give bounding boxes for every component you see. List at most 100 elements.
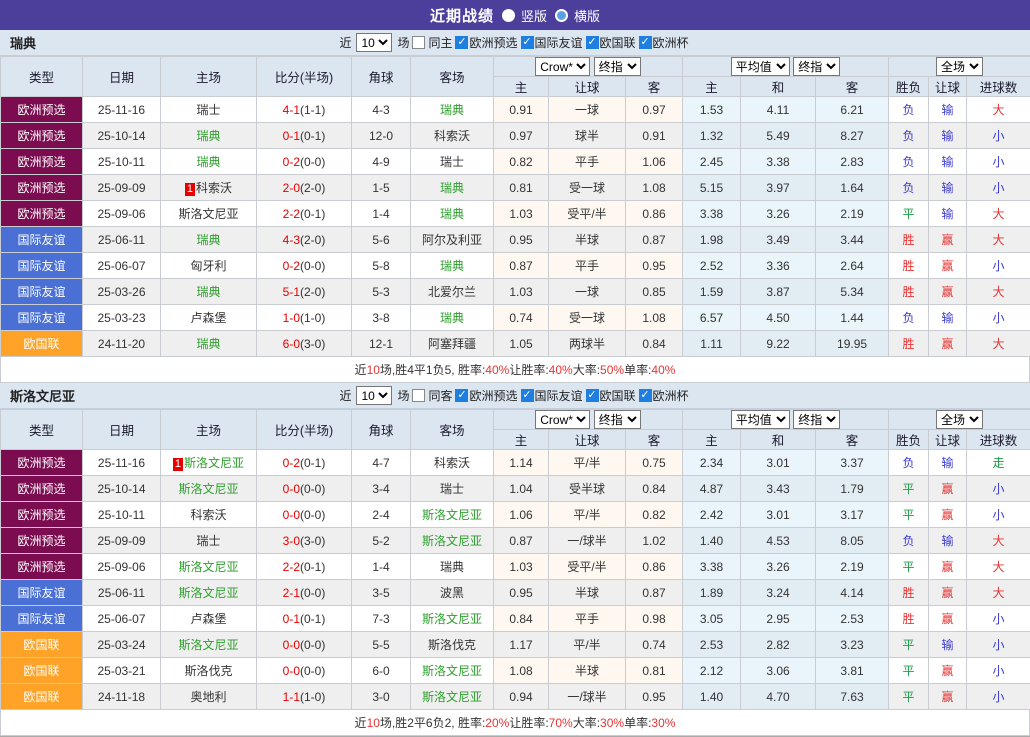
competition-checkbox[interactable]: ✓: [521, 36, 534, 49]
corner-cell: 6-0: [352, 658, 411, 684]
table-row: 国际友谊25-06-11瑞典4-3(2-0)5-6阿尔及利亚0.95半球0.87…: [1, 227, 1030, 253]
col-header-away: 客场: [411, 57, 494, 97]
home-team-cell: 1斯洛文尼亚: [161, 450, 257, 476]
score-cell: 0-1(0-1): [257, 606, 352, 632]
away-team-cell: 斯洛文尼亚: [411, 606, 494, 632]
odds-source-select[interactable]: Crow*: [535, 57, 590, 76]
games-label: 场: [397, 387, 409, 404]
odds-cell-1: 0.94: [494, 684, 549, 710]
away-team-cell: 波黑: [411, 580, 494, 606]
match-type-cell: 国际友谊: [1, 580, 83, 606]
odds-final-select[interactable]: 终指: [594, 410, 641, 429]
corner-cell: 3-8: [352, 305, 411, 331]
avg-odds-cell-2: 2.82: [741, 632, 816, 658]
team-name-label: 瑞典: [10, 33, 36, 52]
corner-cell: 12-1: [352, 331, 411, 357]
competition-checkbox[interactable]: ✓: [586, 36, 599, 49]
away-team-cell: 斯洛文尼亚: [411, 528, 494, 554]
corner-cell: 1-4: [352, 201, 411, 227]
avg-final-select[interactable]: 终指: [793, 410, 840, 429]
competition-checkbox[interactable]: ✓: [586, 389, 599, 402]
odds-cell-3: 1.06: [626, 149, 683, 175]
summary-segment: 30%: [600, 716, 624, 730]
match-count-select[interactable]: 10: [356, 386, 392, 405]
summary-segment: 40%: [549, 363, 573, 377]
odds-source-header: Crow* 终指: [494, 57, 683, 77]
same-venue-checkbox[interactable]: [412, 389, 425, 402]
sub-header-1: 主: [494, 430, 549, 450]
layout-radio-vertical[interactable]: 竖版: [502, 6, 547, 25]
match-type-cell: 国际友谊: [1, 606, 83, 632]
layout-radio-horizontal[interactable]: 横版: [555, 6, 600, 25]
handicap-result-cell: 输: [929, 201, 967, 227]
corner-cell: 2-4: [352, 502, 411, 528]
same-venue-checkbox[interactable]: [412, 36, 425, 49]
winloss-result-cell: 胜: [889, 606, 929, 632]
avg-odds-cell-1: 1.40: [683, 528, 741, 554]
handicap-result-cell: 赢: [929, 253, 967, 279]
summary-segment: 场,胜2平6负2, 胜率:: [380, 714, 485, 731]
odds-cell-3: 0.81: [626, 658, 683, 684]
avg-select[interactable]: 平均值: [731, 57, 790, 76]
avg-odds-cell-3: 2.53: [816, 606, 889, 632]
sub-header-4: 主: [683, 430, 741, 450]
competition-label: 欧国联: [600, 387, 636, 404]
competition-checkbox[interactable]: ✓: [455, 36, 468, 49]
odds-source-select[interactable]: Crow*: [535, 410, 590, 429]
avg-odds-cell-1: 4.87: [683, 476, 741, 502]
odds-cell-1: 0.87: [494, 253, 549, 279]
table-row: 欧洲预选25-09-06斯洛文尼亚2-2(0-1)1-4瑞典1.03受平/半0.…: [1, 201, 1030, 227]
score-cell: 4-3(2-0): [257, 227, 352, 253]
sub-header-6: 客: [816, 77, 889, 97]
radio-selected-icon[interactable]: [502, 9, 515, 22]
away-team-cell: 北爱尔兰: [411, 279, 494, 305]
goals-result-cell: 小: [967, 149, 1030, 175]
match-type-cell: 欧洲预选: [1, 450, 83, 476]
radio-unselected-icon[interactable]: [555, 9, 568, 22]
table-row: 国际友谊25-03-26瑞典5-1(2-0)5-3北爱尔兰1.03一球0.851…: [1, 279, 1030, 305]
sub-header-4: 主: [683, 77, 741, 97]
avg-select[interactable]: 平均值: [731, 410, 790, 429]
odds-cell-1: 1.14: [494, 450, 549, 476]
corner-cell: 5-8: [352, 253, 411, 279]
away-team-cell: 斯洛文尼亚: [411, 658, 494, 684]
match-date-cell: 25-10-14: [83, 123, 161, 149]
scope-select[interactable]: 全场: [936, 57, 983, 76]
odds-cell-2: 平手: [549, 253, 626, 279]
goals-result-cell: 小: [967, 632, 1030, 658]
avg-final-select[interactable]: 终指: [793, 57, 840, 76]
competition-checkbox[interactable]: ✓: [521, 389, 534, 402]
score-cell: 5-1(2-0): [257, 279, 352, 305]
away-team-cell: 斯洛伐克: [411, 632, 494, 658]
odds-cell-3: 0.84: [626, 331, 683, 357]
odds-cell-2: 两球半: [549, 331, 626, 357]
odds-cell-3: 0.98: [626, 606, 683, 632]
scope-select[interactable]: 全场: [936, 410, 983, 429]
avg-odds-cell-3: 3.81: [816, 658, 889, 684]
avg-odds-cell-2: 4.11: [741, 97, 816, 123]
summary-segment: 让胜率:: [509, 714, 548, 731]
odds-final-select[interactable]: 终指: [594, 57, 641, 76]
competition-label: 欧洲杯: [653, 387, 689, 404]
table-row: 欧洲预选25-09-09瑞士3-0(3-0)5-2斯洛文尼亚0.87一/球半1.…: [1, 528, 1030, 554]
competition-checkbox[interactable]: ✓: [455, 389, 468, 402]
goals-result-cell: 大: [967, 331, 1030, 357]
match-date-cell: 25-09-06: [83, 554, 161, 580]
home-team-cell: 瑞典: [161, 279, 257, 305]
corner-cell: 7-3: [352, 606, 411, 632]
competition-checkbox[interactable]: ✓: [639, 389, 652, 402]
match-type-cell: 欧洲预选: [1, 528, 83, 554]
home-team-cell: 斯洛文尼亚: [161, 476, 257, 502]
corner-cell: 5-5: [352, 632, 411, 658]
avg-odds-cell-1: 3.38: [683, 201, 741, 227]
score-cell: 2-2(0-1): [257, 201, 352, 227]
competition-checkbox[interactable]: ✓: [639, 36, 652, 49]
col-header-score: 比分(半场): [257, 57, 352, 97]
avg-odds-cell-2: 3.97: [741, 175, 816, 201]
avg-odds-cell-3: 4.14: [816, 580, 889, 606]
match-count-select[interactable]: 10: [356, 33, 392, 52]
score-cell: 2-2(0-1): [257, 554, 352, 580]
corner-cell: 5-6: [352, 227, 411, 253]
avg-odds-cell-3: 6.21: [816, 97, 889, 123]
avg-odds-cell-2: 3.01: [741, 502, 816, 528]
